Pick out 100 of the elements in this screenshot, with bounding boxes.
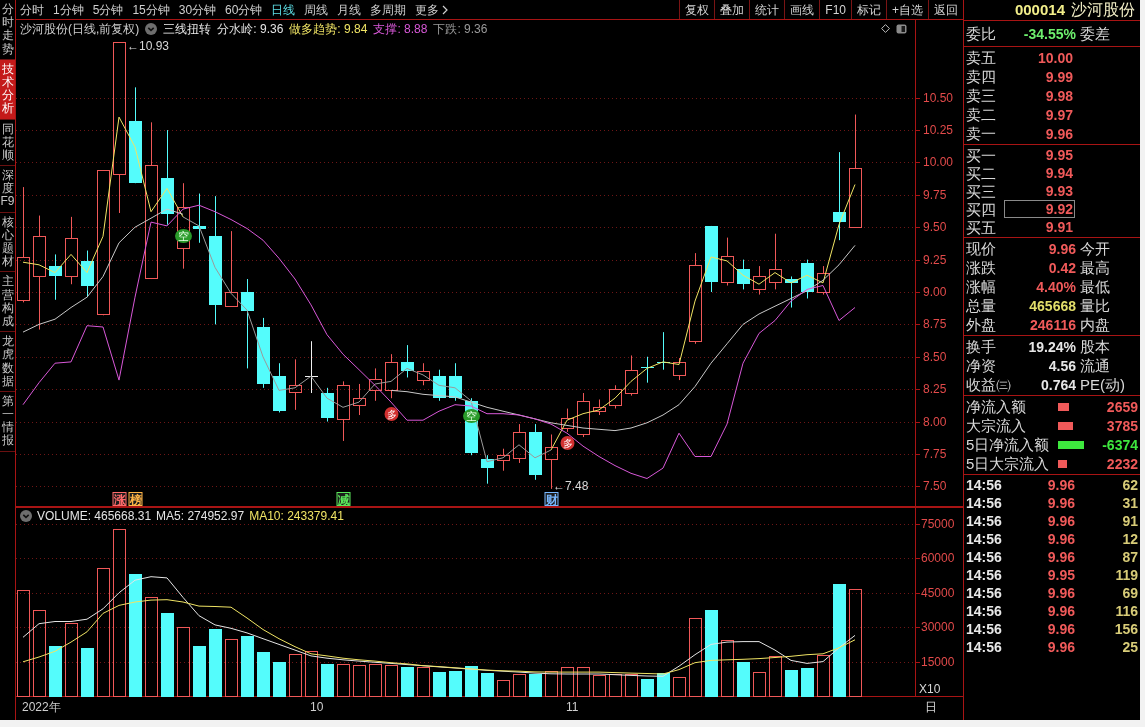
short-signal-marker: 空: [463, 409, 480, 423]
order-price: 9.97: [1044, 105, 1074, 124]
period-tab[interactable]: 1分钟: [53, 3, 84, 16]
event-tag: 涨: [112, 492, 127, 507]
order-label: 买二: [966, 165, 997, 181]
volume-bar: [545, 671, 558, 697]
volume-bar: [449, 671, 462, 697]
volume-bar: [465, 666, 478, 697]
trade-price: 9.96: [1046, 604, 1075, 618]
side-tab[interactable]: 核心题材: [0, 212, 15, 273]
order-price: 9.91: [1044, 218, 1074, 236]
period-tab[interactable]: 多周期: [370, 3, 407, 16]
side-tab[interactable]: 第一情报: [0, 391, 15, 452]
axis-label: 8.00: [923, 414, 947, 429]
trade-time: 14:56: [966, 514, 1003, 528]
trade-volume: 91: [1121, 514, 1139, 528]
period-tab[interactable]: 5分钟: [92, 3, 124, 16]
order-price: 9.95: [1044, 146, 1074, 164]
field-label: 内盘: [1079, 317, 1111, 332]
toolbar-button[interactable]: 复权: [679, 0, 715, 19]
field-label: 量比: [1079, 298, 1111, 313]
order-label: 卖二: [966, 107, 997, 122]
candlestick: [257, 317, 270, 389]
volume-legend-value: MA10: 243379.41: [249, 508, 344, 525]
field-label: 委比: [966, 26, 997, 41]
trade-price: 9.96: [1046, 532, 1075, 546]
toolbar-button[interactable]: 叠加: [714, 0, 750, 19]
indicator-value: 下跌: 9.36: [433, 20, 488, 38]
volume-legend-value: MA5: 274952.97: [156, 508, 245, 525]
candlestick: [801, 259, 814, 299]
dropdown-icon[interactable]: [145, 22, 158, 35]
axis-label: 8.50: [923, 349, 947, 364]
period-tab[interactable]: 周线: [304, 3, 329, 16]
volume-bar: [673, 677, 686, 697]
toolbar-button[interactable]: 画线: [784, 0, 820, 19]
field-label: PE(动): [1079, 377, 1126, 392]
candlestick: [785, 275, 798, 309]
side-tab[interactable]: 主营构成: [0, 272, 15, 333]
axis-label: 10.25: [923, 123, 954, 138]
candlestick: [337, 380, 350, 442]
flow-label: 5日大宗流入: [966, 456, 1051, 471]
order-label: 卖三: [966, 88, 997, 103]
candlestick: [353, 383, 366, 416]
long-signal-marker: 多: [384, 407, 399, 421]
period-tab[interactable]: 15分钟: [132, 3, 170, 16]
order-price: 9.98: [1044, 86, 1074, 105]
candlestick: [449, 362, 462, 402]
order-price: 9.99: [1044, 67, 1074, 86]
order-label: 买五: [966, 219, 997, 235]
order-label: 卖一: [966, 126, 997, 141]
order-label: 卖五: [966, 50, 997, 65]
diamond-icon[interactable]: [881, 24, 890, 33]
candlestick: [577, 392, 590, 438]
trade-price: 9.96: [1046, 478, 1075, 492]
field-label: 现价: [966, 241, 997, 256]
period-unit-label: 日: [925, 700, 937, 714]
volume-bar: [577, 667, 590, 697]
trade-price: 9.95: [1046, 568, 1075, 582]
order-label: 买一: [966, 147, 997, 163]
toolbar-button[interactable]: +自选: [886, 0, 928, 19]
candlestick: [481, 454, 494, 485]
dropdown-icon[interactable]: [20, 510, 32, 522]
candlestick: [193, 193, 206, 244]
period-tab[interactable]: 30分钟: [178, 3, 217, 16]
candlestick: [753, 265, 766, 296]
volume-bar: [49, 646, 62, 697]
toolbar-button[interactable]: 统计: [749, 0, 785, 19]
period-tab[interactable]: 月线: [337, 3, 362, 16]
volume-bar: [657, 673, 670, 697]
period-tab[interactable]: 日线: [271, 3, 296, 16]
trade-time: 14:56: [966, 586, 1003, 600]
date-axis-label: 10: [310, 700, 324, 714]
trade-time: 14:56: [966, 640, 1003, 654]
trade-price: 9.96: [1046, 514, 1075, 528]
side-tab[interactable]: 分时走势: [0, 0, 15, 60]
axis-label: 30000: [921, 620, 955, 635]
volume-bar: [289, 654, 302, 697]
candlestick: [305, 340, 318, 394]
toolbar-button[interactable]: F10: [819, 0, 851, 19]
volume-bar: [417, 667, 430, 697]
indicator-value: 做多趋势: 9.84: [289, 20, 368, 38]
more-menu-button[interactable]: 更多: [415, 3, 449, 16]
flow-label: 大宗流入: [966, 418, 1027, 433]
period-tab[interactable]: 60分钟: [225, 3, 263, 16]
trade-price: 9.96: [1046, 640, 1075, 654]
side-tab[interactable]: 龙虎数据: [0, 332, 15, 392]
volume-bar: [273, 662, 286, 697]
side-tab[interactable]: 技术分析: [0, 59, 15, 120]
field-label: 涨幅: [966, 279, 997, 294]
panel-toggle-icon[interactable]: [896, 23, 907, 34]
period-tab[interactable]: 分时: [20, 3, 44, 16]
field-value: 9.96: [1047, 241, 1076, 256]
stock-code: 000014: [1014, 0, 1065, 20]
side-tab[interactable]: 同花顺: [0, 119, 15, 167]
volume-bar: [369, 664, 382, 697]
toolbar-button[interactable]: 返回: [928, 0, 963, 19]
trade-price: 9.96: [1046, 586, 1075, 600]
order-label: 买四: [966, 201, 997, 217]
toolbar-button[interactable]: 标记: [851, 0, 886, 19]
side-tab[interactable]: 深度F9: [0, 166, 15, 213]
